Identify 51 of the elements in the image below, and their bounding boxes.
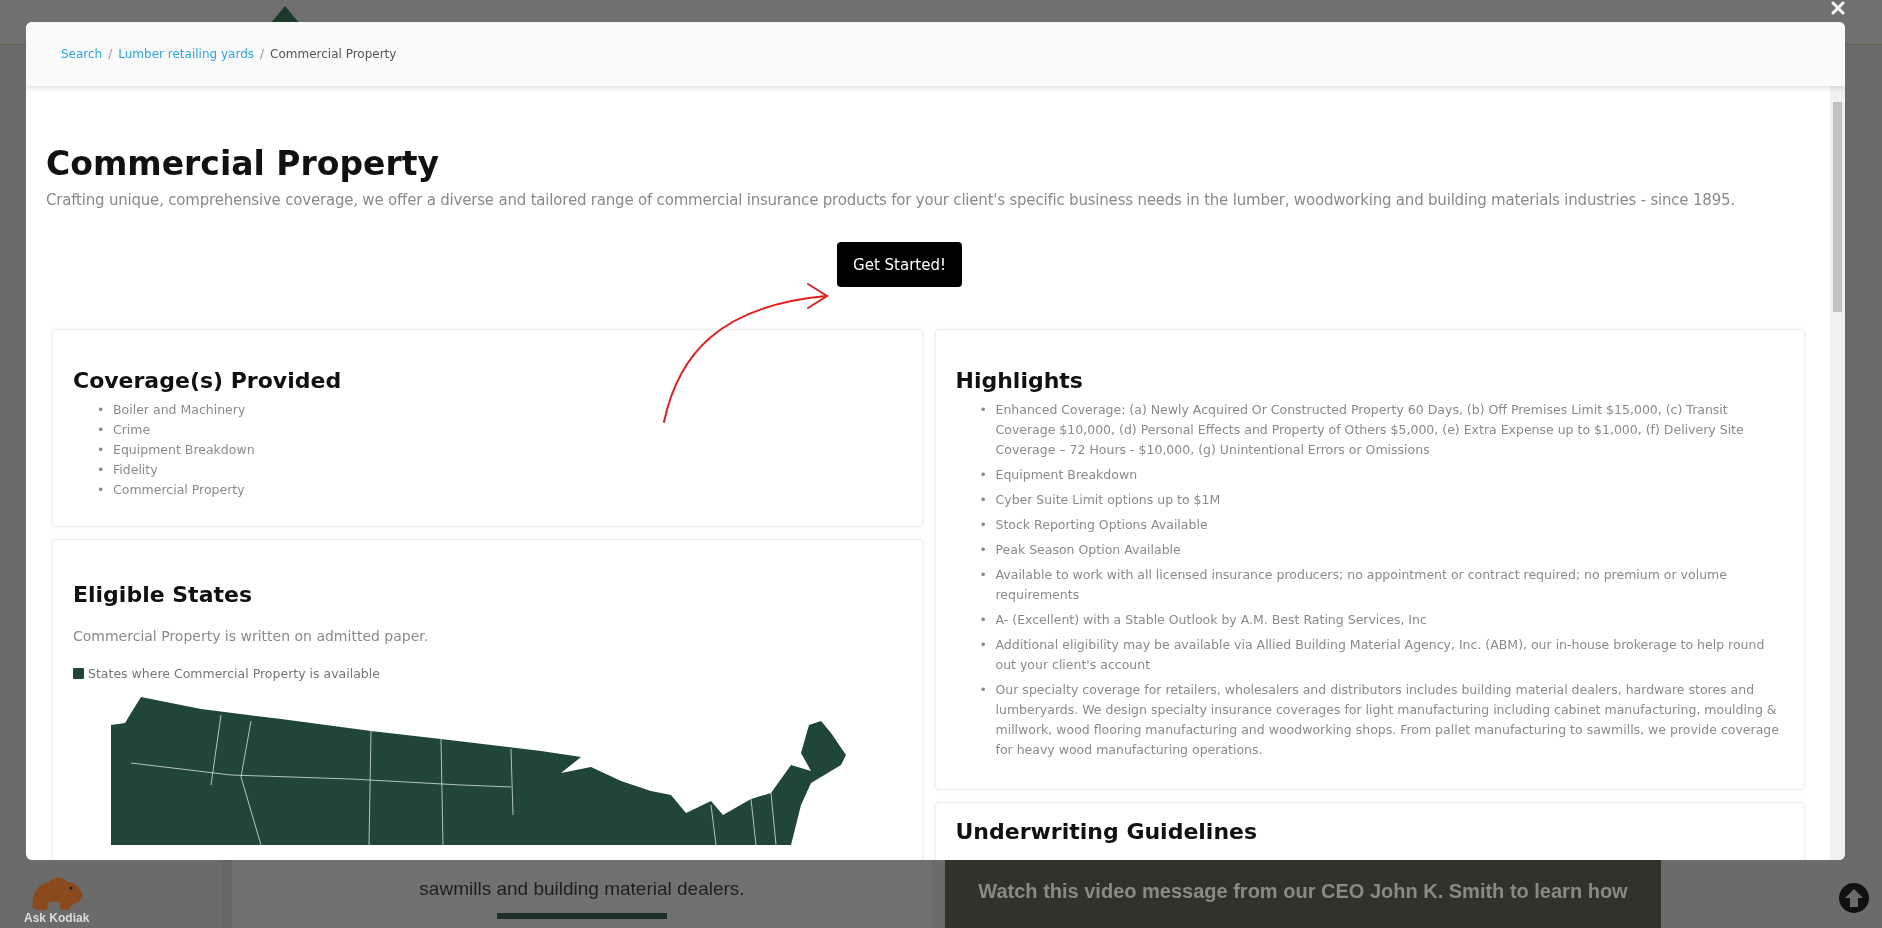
breadcrumb-current: Commercial Property — [270, 47, 397, 61]
card-title: Highlights — [955, 367, 1084, 395]
scroll-to-top-icon[interactable] — [1838, 882, 1870, 914]
page-button[interactable] — [497, 913, 667, 919]
list-item: Additional eligibility may be available via Allied Building Material Agency, Inc. (ABM), our in-house brokerage to help round out your client's account — [995, 636, 1766, 674]
bullet: • — [97, 421, 103, 439]
bullet: • — [979, 681, 986, 699]
bullet: • — [979, 516, 986, 534]
list-item: A- (Excellent) with a Stable Outlook by A.M. Best Rating Services, Inc — [995, 611, 1427, 629]
bullet: • — [979, 491, 986, 509]
list-item: Stock Reporting Options Available — [995, 516, 1208, 534]
scrollbar-thumb[interactable] — [1833, 102, 1842, 312]
breadcrumb-separator: / — [108, 47, 113, 61]
list-item: Crime — [113, 421, 151, 439]
note-text: Commercial Property is written on admitted paper. — [73, 628, 430, 644]
bullet: • — [97, 441, 103, 459]
bullet: • — [97, 401, 103, 419]
list-item: Our specialty coverage for retailers, wholesalers and distributors includes building material dealers, hardware stores and lumberyards. We design specialty insurance coverages for light manufacturing including cabinet manufacturing, moulding & millwork, wood flooring manufacturing and woodworking shops. From pallet manufacturing to sawmills, we provide coverage for heavy wood manufacturing operations. — [995, 681, 1780, 759]
breadcrumb-separator: / — [260, 47, 265, 61]
bullet: • — [979, 636, 986, 654]
list-item: Boiler and Machinery — [113, 401, 246, 419]
page-title: Commercial Property — [46, 143, 440, 185]
scrollbar[interactable] — [1830, 86, 1845, 860]
list-item: Enhanced Coverage: (a) Newly Acquired Or Constructed Property 60 Days, (b) Off Premises Limit $15,000, (c) Transit Coverage $10,000, (d) Personal Effects and Property of Others $5,000, (e) Extra Expense up to $1,000, (f) Delivery Site Coverage – 72 Hours - $10,000, (g) Unintentional Errors or Omissions — [995, 401, 1745, 459]
video-caption: Watch this video message from our CEO John K. Smith to learn how — [978, 880, 1628, 904]
logo-text: Ask Kodiak — [24, 912, 90, 925]
bullet: • — [979, 466, 986, 484]
bullet: • — [97, 481, 103, 499]
kodiak-logo[interactable]: Ask Kodiak — [24, 872, 90, 925]
intro-text: sawmills and building material dealers. — [419, 877, 745, 901]
list-item: Equipment Breakdown — [995, 466, 1138, 484]
list-item: Equipment Breakdown — [113, 441, 255, 459]
list-item: Fidelity — [113, 461, 158, 479]
card-title: Underwriting Guidelines — [955, 818, 1259, 846]
close-icon[interactable] — [1831, 1, 1845, 15]
bullet: • — [979, 566, 986, 584]
bullet: • — [97, 461, 103, 479]
legend-label: States where Commercial Property is available — [88, 666, 380, 681]
card-title: Eligible States — [73, 581, 253, 609]
list-item: Available to work with all licensed insurance producers; no appointment or contract required; no premium or volume requirements — [995, 566, 1728, 604]
list-item: Commercial Property — [113, 481, 245, 499]
bullet: • — [979, 541, 986, 559]
page-subtitle: Crafting unique, comprehensive coverage, we offer a diverse and tailored range of commercial insurance products for your client's specific business needs in the lumber, woodworking and building materials industries - since 1895. — [46, 190, 1736, 211]
list-item: Peak Season Option Available — [995, 541, 1181, 559]
bullet: • — [979, 611, 986, 629]
list-item: Cyber Suite Limit options up to $1M — [995, 491, 1221, 509]
bullet: • — [979, 401, 986, 419]
get-started-button[interactable]: Get Started! — [837, 242, 962, 287]
card-title: Coverage(s) Provided — [73, 367, 343, 395]
breadcrumb-link[interactable]: Lumber retailing yards — [118, 47, 254, 61]
breadcrumb-link[interactable]: Search — [61, 47, 103, 61]
